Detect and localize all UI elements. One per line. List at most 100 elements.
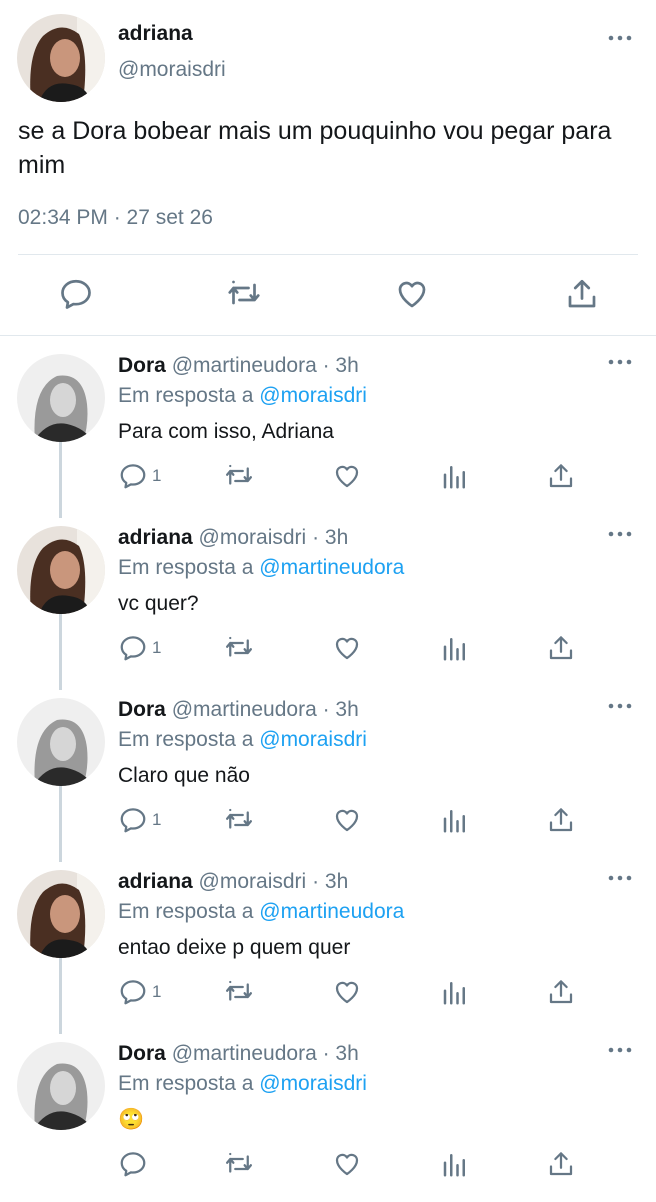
reply-header: Dora @martineudora · 3h — [118, 354, 359, 378]
avatar[interactable] — [17, 354, 105, 442]
author-handle[interactable]: @martineudora — [172, 1042, 317, 1065]
in-reply-to: Em resposta a @moraisdri — [118, 728, 367, 752]
heart-icon[interactable] — [332, 460, 362, 492]
reply-icon[interactable] — [58, 276, 94, 312]
reply-icon — [118, 633, 148, 663]
reply-icon — [118, 805, 148, 835]
main-tweet: adriana @moraisdri se a Dora bobear mais… — [0, 0, 656, 336]
retweet-icon[interactable] — [224, 976, 254, 1008]
avatar[interactable] — [17, 1042, 105, 1130]
reply-count: 1 — [152, 982, 162, 1001]
reply-tweet[interactable]: Dora @martineudora · 3h Em resposta a @m… — [0, 1030, 656, 1202]
reply-tweet[interactable]: Dora @martineudora · 3h Em resposta a @m… — [0, 686, 656, 858]
author-handle[interactable]: @martineudora — [172, 698, 317, 721]
author-name[interactable]: Dora — [118, 698, 166, 721]
in-reply-to-link[interactable]: @moraisdri — [259, 1072, 367, 1095]
author-handle[interactable]: @moraisdri — [199, 870, 307, 893]
reply-button[interactable]: 1 — [118, 632, 161, 664]
reply-time[interactable]: · 3h — [323, 698, 359, 721]
reply-tweet[interactable]: Dora @martineudora · 3h Em resposta a @m… — [0, 342, 656, 514]
stats-icon[interactable] — [440, 1148, 470, 1180]
avatar[interactable] — [17, 14, 105, 102]
share-icon[interactable] — [546, 976, 576, 1008]
reply-time[interactable]: · 3h — [312, 870, 348, 893]
reply-time[interactable]: · 3h — [312, 526, 348, 549]
in-reply-to-label: Em resposta a — [118, 556, 254, 579]
divider — [18, 254, 638, 255]
author-name[interactable]: adriana — [118, 526, 193, 549]
reply-button[interactable]: 1 — [118, 976, 161, 1008]
reply-tweet[interactable]: adriana @moraisdri · 3h Em resposta a @m… — [0, 514, 656, 686]
stats-icon[interactable] — [440, 460, 470, 492]
reply-tweet[interactable]: adriana @moraisdri · 3h Em resposta a @m… — [0, 858, 656, 1030]
author-name[interactable]: adriana — [118, 22, 193, 46]
author-handle[interactable]: @martineudora — [172, 354, 317, 377]
reply-count: 1 — [152, 638, 162, 657]
reply-header: adriana @moraisdri · 3h — [118, 526, 348, 550]
share-icon[interactable] — [546, 460, 576, 492]
in-reply-to: Em resposta a @moraisdri — [118, 384, 367, 408]
author-handle[interactable]: @moraisdri — [118, 58, 226, 82]
reply-time[interactable]: · 3h — [323, 354, 359, 377]
heart-icon[interactable] — [332, 976, 362, 1008]
share-icon[interactable] — [546, 1148, 576, 1180]
heart-icon[interactable] — [332, 1148, 362, 1180]
retweet-icon[interactable] — [224, 1148, 254, 1180]
in-reply-to-link[interactable]: @martineudora — [259, 900, 404, 923]
more-dots-icon[interactable] — [608, 702, 632, 710]
reply-text: Para com isso, Adriana — [118, 420, 334, 443]
stats-icon[interactable] — [440, 632, 470, 664]
heart-icon[interactable] — [394, 276, 430, 312]
share-icon[interactable] — [546, 804, 576, 836]
in-reply-to-link[interactable]: @moraisdri — [259, 728, 367, 751]
in-reply-to-label: Em resposta a — [118, 384, 254, 407]
in-reply-to: Em resposta a @martineudora — [118, 556, 404, 580]
more-dots-icon[interactable] — [608, 34, 632, 42]
retweet-icon[interactable] — [224, 804, 254, 836]
in-reply-to: Em resposta a @moraisdri — [118, 1072, 367, 1096]
retweet-icon[interactable] — [226, 276, 262, 312]
stats-icon[interactable] — [440, 804, 470, 836]
reply-icon — [118, 461, 148, 491]
avatar[interactable] — [17, 870, 105, 958]
author-handle[interactable]: @moraisdri — [199, 526, 307, 549]
share-icon[interactable] — [546, 632, 576, 664]
in-reply-to-label: Em resposta a — [118, 728, 254, 751]
reply-count: 1 — [152, 466, 162, 485]
more-dots-icon[interactable] — [608, 874, 632, 882]
stats-icon[interactable] — [440, 976, 470, 1008]
in-reply-to-label: Em resposta a — [118, 900, 254, 923]
tweet-timestamp[interactable]: 02:34 PM · 27 set 26 — [18, 206, 213, 230]
more-dots-icon[interactable] — [608, 358, 632, 366]
in-reply-to-label: Em resposta a — [118, 1072, 254, 1095]
reply-text: Claro que não — [118, 764, 250, 787]
author-name[interactable]: Dora — [118, 1042, 166, 1065]
reply-text: 🙄 — [118, 1108, 145, 1131]
reply-time[interactable]: · 3h — [323, 1042, 359, 1065]
avatar[interactable] — [17, 698, 105, 786]
avatar[interactable] — [17, 526, 105, 614]
reply-header: Dora @martineudora · 3h — [118, 1042, 359, 1066]
reply-text: vc quer? — [118, 592, 199, 615]
reply-button[interactable]: 1 — [118, 460, 161, 492]
in-reply-to-link[interactable]: @martineudora — [259, 556, 404, 579]
reply-button[interactable] — [118, 1148, 152, 1180]
author-name[interactable]: Dora — [118, 354, 166, 377]
more-dots-icon[interactable] — [608, 1046, 632, 1054]
reply-header: Dora @martineudora · 3h — [118, 698, 359, 722]
share-icon[interactable] — [564, 276, 600, 312]
reply-header: adriana @moraisdri · 3h — [118, 870, 348, 894]
reply-button[interactable]: 1 — [118, 804, 161, 836]
author-name[interactable]: adriana — [118, 870, 193, 893]
retweet-icon[interactable] — [224, 632, 254, 664]
in-reply-to: Em resposta a @martineudora — [118, 900, 404, 924]
heart-icon[interactable] — [332, 804, 362, 836]
reply-text: entao deixe p quem quer — [118, 936, 351, 959]
in-reply-to-link[interactable]: @moraisdri — [259, 384, 367, 407]
retweet-icon[interactable] — [224, 460, 254, 492]
more-dots-icon[interactable] — [608, 530, 632, 538]
reply-count: 1 — [152, 810, 162, 829]
heart-icon[interactable] — [332, 632, 362, 664]
reply-icon — [118, 977, 148, 1007]
reply-icon — [118, 1149, 148, 1179]
